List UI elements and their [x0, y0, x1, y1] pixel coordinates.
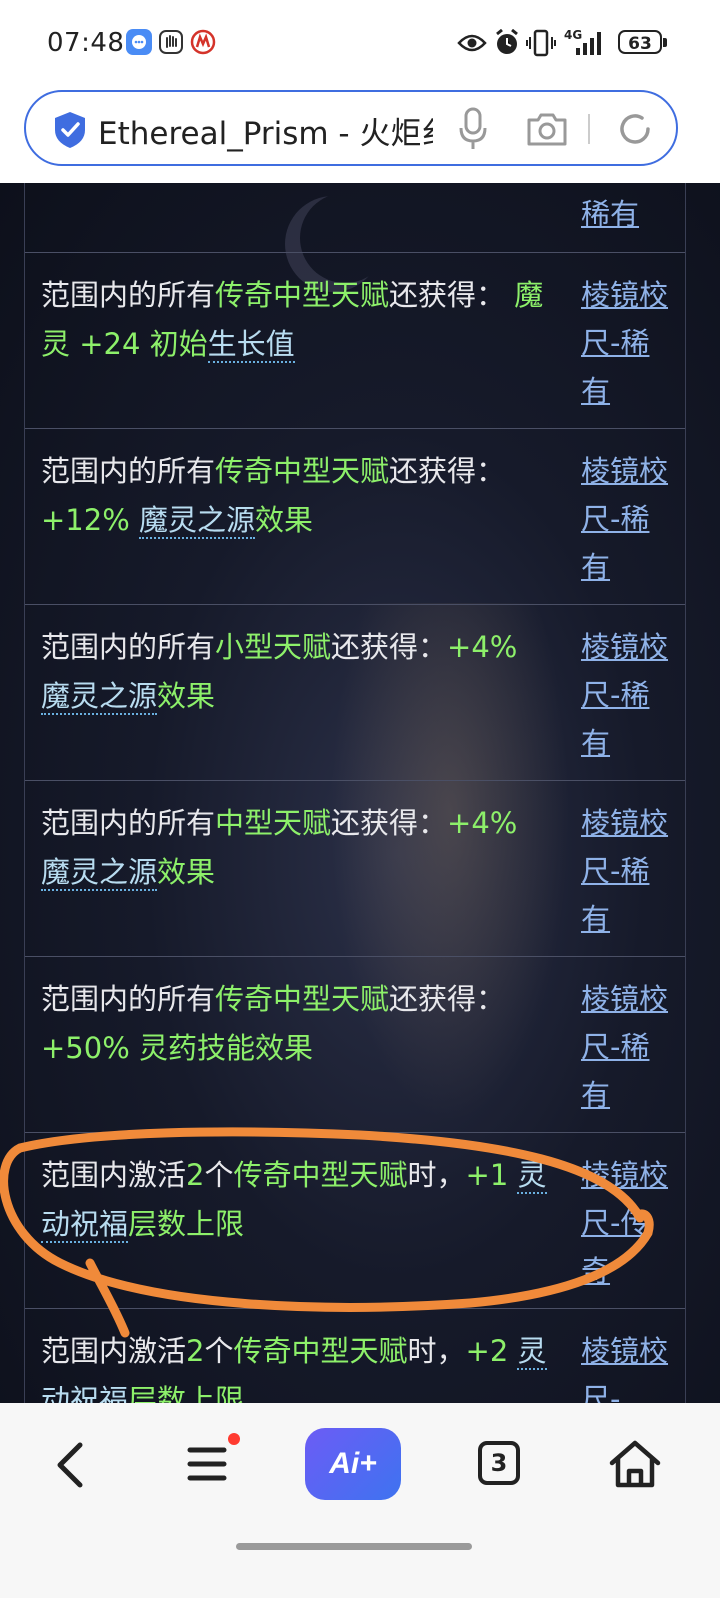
affix-description: 范围内的所有传奇中型天赋还获得： +12% 魔灵之源效果	[41, 447, 551, 545]
bottom-nav-bar: Ai+ 3	[0, 1403, 720, 1598]
table-row: 范围内的所有传奇中型天赋还获得： +12% 魔灵之源效果 棱镜校尺-稀有	[25, 429, 685, 605]
desc-segment: 个	[204, 1158, 234, 1192]
desc-segment: 范围内的所有	[41, 630, 216, 664]
source-link[interactable]: 棱镜校尺-稀有	[581, 447, 671, 591]
desc-segment: 传奇中型天赋	[233, 1158, 408, 1192]
desc-segment: 传奇中型天赋	[215, 982, 390, 1016]
signal-icon	[576, 32, 601, 55]
desc-segment: 中型天赋	[215, 806, 332, 840]
desc-segment: 时，	[407, 1334, 466, 1368]
desc-segment: 范围内的所有	[41, 806, 216, 840]
ai-assistant-button[interactable]: Ai+	[305, 1428, 401, 1500]
desc-segment: 2	[186, 1334, 205, 1368]
source-link[interactable]: 棱镜校尺-稀有	[581, 271, 671, 415]
eye-icon	[457, 34, 487, 52]
microphone-icon[interactable]	[458, 106, 488, 152]
status-bar: 07:48 4G 63	[0, 0, 720, 88]
desc-segment: 层数上限	[128, 1207, 245, 1241]
table-row: 范围内的所有传奇中型天赋还获得： 魔灵 +24 初始生长值 棱镜校尺-稀有	[25, 253, 685, 429]
affix-description: 范围内激活2个传奇中型天赋时，+1 灵动祝福层数上限	[41, 1151, 551, 1249]
table-row: 范围内激活2个传奇中型天赋时，+2 灵动祝福层数上限 棱镜校尺-	[25, 1309, 685, 1403]
app-notification-icon	[190, 29, 216, 55]
desc-segment: +50% 灵药技能效果	[41, 1031, 313, 1065]
source-link[interactable]: 棱镜校尺-稀有	[581, 623, 671, 767]
camera-icon[interactable]	[526, 110, 568, 148]
alarm-icon	[496, 29, 518, 54]
affix-description: 范围内的所有传奇中型天赋还获得： 魔灵 +24 初始生长值	[41, 271, 551, 369]
address-bar[interactable]: Ethereal_Prism - 火炬纟	[24, 90, 678, 166]
desc-segment: 还获得：	[331, 806, 448, 840]
source-link[interactable]: 棱镜校尺-	[581, 1327, 671, 1403]
affix-description: 范围内的所有小型天赋还获得：+4% 魔灵之源效果	[41, 623, 551, 721]
status-time: 07:48	[47, 28, 125, 58]
source-link[interactable]: 棱镜校尺-稀有	[581, 975, 671, 1119]
desc-segment: +4%	[447, 806, 518, 840]
keyword-link[interactable]: 魔灵之源	[41, 855, 158, 891]
desc-segment: 传奇中型天赋	[215, 278, 390, 312]
desc-segment: 还获得：	[331, 630, 448, 664]
keyword-link[interactable]: 魔灵之源	[138, 503, 255, 539]
desc-segment: 小型天赋	[215, 630, 332, 664]
url-text[interactable]: Ethereal_Prism - 火炬纟	[98, 108, 433, 153]
affix-description: 范围内的所有中型天赋还获得：+4% 魔灵之源效果	[41, 799, 551, 897]
keyword-link[interactable]: 生长值	[207, 327, 295, 363]
page-content[interactable]: 稀有 范围内的所有传奇中型天赋还获得： 魔灵 +24 初始生长值 棱镜校尺-稀有 范围…	[0, 183, 720, 1403]
hand-app-icon	[158, 29, 184, 55]
desc-segment: 2	[186, 1158, 205, 1192]
affix-description: 范围内的所有传奇中型天赋还获得： +50% 灵药技能效果	[41, 975, 551, 1073]
source-link[interactable]: 棱镜校尺-稀有	[581, 799, 671, 943]
desc-segment: 效果	[157, 855, 216, 889]
battery-indicator: 63	[618, 30, 667, 54]
notification-dot	[228, 1433, 240, 1445]
table-row: 范围内的所有传奇中型天赋还获得： +50% 灵药技能效果 棱镜校尺-稀有	[25, 957, 685, 1133]
home-icon[interactable]	[608, 1439, 662, 1489]
vibrate-icon	[526, 29, 556, 57]
affix-table: 稀有 范围内的所有传奇中型天赋还获得： 魔灵 +24 初始生长值 棱镜校尺-稀有 范围…	[24, 183, 686, 1403]
desc-segment: 还获得：	[389, 454, 506, 488]
source-link[interactable]: 稀有	[581, 190, 671, 238]
affix-description: 范围内激活2个传奇中型天赋时，+2 灵动祝福层数上限	[41, 1327, 551, 1403]
desc-segment: 效果	[157, 679, 216, 713]
tab-switcher-button[interactable]: 3	[478, 1441, 520, 1485]
desc-segment: 范围内的所有	[41, 982, 216, 1016]
desc-segment: 范围内激活	[41, 1158, 187, 1192]
desc-segment: 个	[204, 1334, 234, 1368]
reload-icon[interactable]	[616, 110, 654, 148]
message-app-icon	[126, 29, 152, 55]
desc-segment: +1	[465, 1158, 518, 1192]
desc-segment: 范围内激活	[41, 1334, 187, 1368]
address-divider	[588, 114, 590, 144]
desc-segment: 效果	[255, 503, 314, 537]
desc-segment: 范围内的所有	[41, 454, 216, 488]
desc-segment: 传奇中型天赋	[233, 1334, 408, 1368]
table-row: 范围内的所有小型天赋还获得：+4% 魔灵之源效果 棱镜校尺-稀有	[25, 605, 685, 781]
desc-segment: 范围内的所有	[41, 278, 216, 312]
source-link[interactable]: 棱镜校尺-传奇	[581, 1151, 671, 1295]
desc-segment: 层数上限	[128, 1383, 245, 1403]
table-row: 稀有	[25, 183, 685, 253]
keyword-link[interactable]: 魔灵之源	[41, 679, 158, 715]
desc-segment: +4%	[447, 630, 518, 664]
table-row: 范围内的所有中型天赋还获得：+4% 魔灵之源效果 棱镜校尺-稀有	[25, 781, 685, 957]
back-icon[interactable]	[52, 1441, 88, 1489]
home-indicator	[236, 1543, 472, 1550]
desc-segment: 还获得：	[389, 982, 506, 1016]
table-row: 范围内激活2个传奇中型天赋时，+1 灵动祝福层数上限 棱镜校尺-传奇	[25, 1133, 685, 1309]
shield-icon	[55, 112, 85, 148]
desc-segment: +2	[465, 1334, 518, 1368]
desc-segment: 传奇中型天赋	[215, 454, 390, 488]
menu-icon[interactable]	[186, 1443, 230, 1485]
desc-segment: 还获得：	[389, 278, 515, 312]
desc-segment: 时，	[407, 1158, 466, 1192]
desc-segment: +12%	[41, 503, 139, 537]
